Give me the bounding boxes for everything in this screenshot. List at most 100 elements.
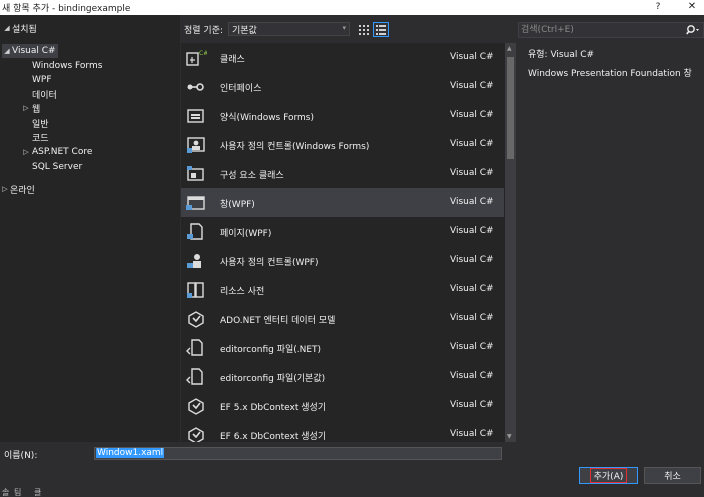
status-item: 솔: [2, 488, 10, 497]
item-name: EF 5.x DbContext 생성기: [220, 403, 327, 413]
tree-item-code[interactable]: 코드: [32, 130, 49, 144]
tree-item-installed[interactable]: ◢ 설치됨: [2, 21, 37, 35]
tree-item-label: 코드: [32, 133, 49, 144]
item-language: Visual C#: [450, 371, 494, 381]
search-input[interactable]: [521, 24, 681, 36]
item-name: 양식(Windows Forms): [220, 113, 314, 123]
scroll-down-icon[interactable]: ▼: [507, 433, 512, 440]
dbcontext-generator-icon: [188, 427, 204, 442]
cancel-button[interactable]: 취소: [644, 467, 701, 484]
help-button[interactable]: ?: [651, 0, 665, 14]
item-language: Visual C#: [450, 313, 494, 323]
name-value: Window1.xaml: [96, 448, 165, 458]
list-item-editorconfig-default[interactable]: editorconfig 파일(기본값) Visual C#: [181, 362, 504, 391]
class-icon: C#: [186, 50, 207, 66]
user-control-icon: [187, 137, 205, 153]
detail-pane: 유형: Visual C# Windows Presentation Found…: [518, 43, 704, 442]
list-item-wpf-page[interactable]: 페이지(WPF) Visual C#: [181, 217, 504, 246]
tree-item-aspnet-core[interactable]: ▷ ASP.NET Core: [20, 145, 92, 159]
chevron-down-icon: ▾: [342, 24, 346, 32]
expanded-arrow-icon[interactable]: ◢: [2, 24, 12, 32]
interface-icon: [187, 83, 204, 91]
list-item-component-class[interactable]: 구성 요소 클래스 Visual C#: [181, 159, 504, 188]
component-class-icon: [187, 166, 204, 181]
add-button[interactable]: 추가(A): [579, 467, 638, 484]
item-language: Visual C#: [450, 400, 494, 410]
list-item-interface[interactable]: 인터페이스 Visual C#: [181, 72, 504, 101]
item-name: 페이지(WPF): [220, 229, 272, 239]
tree-item-wpf[interactable]: WPF: [32, 73, 52, 87]
tree-item-label: Visual C#: [12, 46, 56, 56]
form-icon: [187, 109, 204, 123]
list-item-class[interactable]: C# 클래스 Visual C#: [181, 43, 504, 72]
expanded-arrow-icon[interactable]: ◢: [2, 47, 12, 55]
resource-dictionary-icon: [187, 282, 204, 298]
search-box[interactable]: [518, 22, 704, 38]
tree-item-label: WPF: [32, 75, 52, 85]
grid-view-icon: [359, 24, 369, 35]
collapsed-arrow-icon[interactable]: ▷: [20, 148, 32, 156]
tree-item-label: 온라인: [10, 185, 35, 196]
item-name: EF 6.x DbContext 생성기: [220, 432, 327, 442]
wpf-page-icon: [187, 223, 203, 240]
tree-item-label: 웹: [32, 104, 41, 115]
tree-item-label: SQL Server: [32, 162, 83, 172]
detail-type-label: 유형:: [528, 50, 548, 60]
list-item-windows-form[interactable]: 양식(Windows Forms) Visual C#: [181, 101, 504, 130]
status-item: 클: [34, 488, 42, 497]
scroll-thumb[interactable]: [507, 57, 514, 159]
item-language: Visual C#: [450, 255, 494, 265]
item-name: editorconfig 파일(기본값): [220, 374, 326, 384]
list-scrollbar[interactable]: ▲ ▼: [505, 43, 516, 442]
item-language: Visual C#: [450, 197, 494, 207]
item-language: Visual C#: [450, 226, 494, 236]
list-item-wpf-window[interactable]: 창(WPF) Visual C#: [181, 188, 504, 217]
list-view-button[interactable]: [373, 22, 389, 37]
list-item-ef5-dbcontext[interactable]: EF 5.x DbContext 생성기 Visual C#: [181, 391, 504, 420]
list-item-ef6-dbcontext[interactable]: EF 6.x DbContext 생성기 Visual C#: [181, 420, 504, 442]
editorconfig-file-icon: [186, 339, 203, 356]
detail-type: 유형: Visual C#: [528, 47, 594, 60]
sort-value: 기본값: [232, 25, 257, 36]
window-title: 새 항목 추가 - bindingexample: [2, 4, 131, 14]
collapsed-arrow-icon[interactable]: ▷: [0, 185, 10, 193]
editorconfig-file-icon: [186, 368, 203, 385]
small-icons-view-button[interactable]: [356, 22, 372, 37]
search-icon[interactable]: [686, 24, 700, 36]
template-tree: ◢ 설치됨 ◢ Visual C# Windows Forms WPF 데이터 …: [0, 15, 180, 442]
tree-item-online[interactable]: ▷ 온라인: [0, 182, 35, 196]
template-list: C# 클래스 Visual C# 인터페이스 Visual C# 양식(Wind…: [181, 43, 516, 442]
scroll-up-icon[interactable]: ▲: [507, 45, 512, 52]
item-name: 사용자 정의 컨트롤(WPF): [220, 258, 319, 268]
tree-item-windows-forms[interactable]: Windows Forms: [32, 59, 102, 73]
item-language: Visual C#: [450, 52, 494, 62]
list-item-resource-dictionary[interactable]: 리소스 사전 Visual C#: [181, 275, 504, 304]
sort-dropdown[interactable]: 기본값 ▾: [228, 22, 350, 36]
wpf-user-control-icon: [187, 254, 201, 268]
tree-item-sql-server[interactable]: SQL Server: [32, 160, 82, 174]
item-language: Visual C#: [450, 139, 494, 149]
cancel-button-label: 취소: [664, 472, 681, 482]
tree-item-data[interactable]: 데이터: [32, 87, 57, 101]
item-name: 구성 요소 클래스: [220, 171, 284, 181]
dbcontext-generator-icon: [188, 398, 204, 415]
tree-item-label: Windows Forms: [32, 61, 103, 71]
title-bar: 새 항목 추가 - bindingexample ? ✕: [0, 0, 704, 15]
detail-type-value: Visual C#: [550, 50, 595, 60]
tree-item-label: 데이터: [32, 90, 57, 101]
item-name: 리소스 사전: [220, 287, 265, 297]
tree-item-general[interactable]: 일반: [32, 116, 49, 130]
add-button-label: 추가(A): [589, 468, 628, 483]
collapsed-arrow-icon[interactable]: ▷: [20, 104, 32, 112]
close-button[interactable]: ✕: [684, 0, 700, 14]
list-view-icon: [376, 24, 386, 35]
wpf-window-icon: [186, 196, 205, 210]
tree-item-web[interactable]: ▷ 웹: [20, 101, 40, 115]
list-item-ado-entity-model[interactable]: ADO.NET 엔터티 데이터 모델 Visual C#: [181, 304, 504, 333]
list-item-wpf-user-control[interactable]: 사용자 정의 컨트롤(WPF) Visual C#: [181, 246, 504, 275]
list-item-user-control-winforms[interactable]: 사용자 정의 컨트롤(Windows Forms) Visual C#: [181, 130, 504, 159]
name-input[interactable]: Window1.xaml: [94, 447, 502, 460]
status-item: 팀: [14, 488, 22, 497]
list-item-editorconfig-dotnet[interactable]: editorconfig 파일(.NET) Visual C#: [181, 333, 504, 362]
tree-item-visual-csharp[interactable]: ◢ Visual C#: [2, 44, 58, 58]
